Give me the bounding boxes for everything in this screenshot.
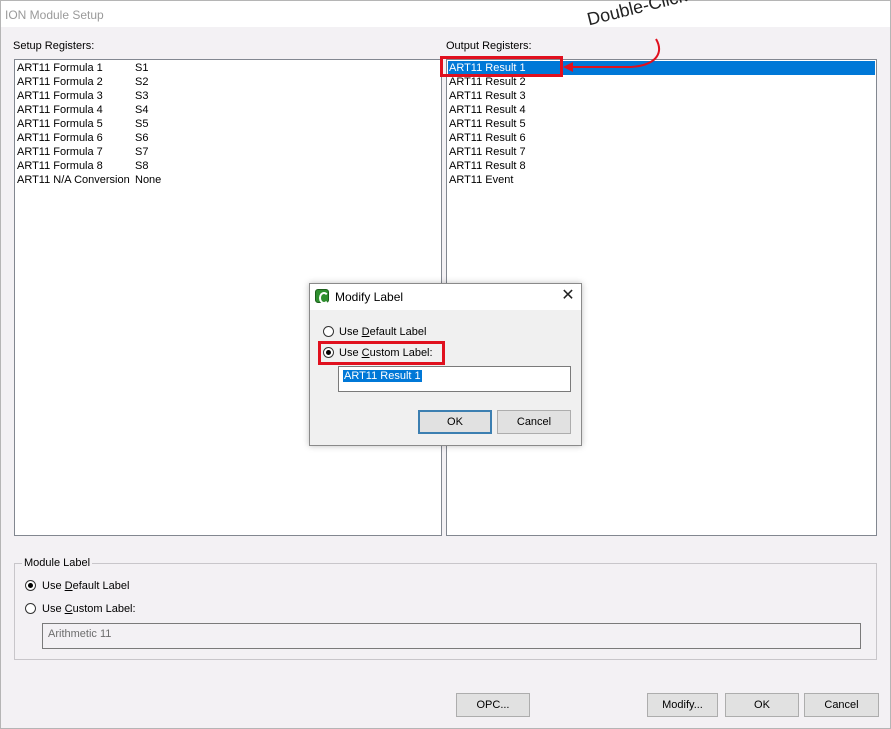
setup-register-row[interactable]: ART11 Formula 7 S7	[17, 145, 148, 159]
module-custom-label-text: Use Custom Label:	[42, 603, 136, 615]
setup-register-row[interactable]: ART11 Formula 1 S1	[17, 61, 148, 75]
register-name: ART11 Formula 5	[17, 118, 103, 130]
register-value: S5	[135, 118, 149, 130]
register-name: ART11 Formula 7	[17, 146, 103, 158]
output-register-row[interactable]: ART11 Result 3	[449, 89, 526, 103]
output-register-row[interactable]: ART11 Result 6	[449, 131, 526, 145]
output-register-row[interactable]: ART11 Event	[449, 173, 513, 187]
app-logo-icon	[315, 289, 329, 304]
output-register-row[interactable]: ART11 Result 4	[449, 103, 526, 117]
dialog-cancel-button[interactable]: Cancel	[497, 410, 571, 434]
register-name: ART11 Formula 8	[17, 160, 103, 172]
dialog-title-bar: Modify Label ✕	[310, 284, 581, 310]
module-default-label-text: Use Default Label	[42, 580, 130, 592]
setup-register-row[interactable]: ART11 Formula 3 S3	[17, 89, 148, 103]
module-custom-label-value: Arithmetic 11	[48, 628, 112, 640]
register-value: S8	[135, 160, 149, 172]
cancel-button[interactable]: Cancel	[804, 693, 879, 717]
register-name: ART11 Formula 6	[17, 132, 103, 144]
setup-register-row[interactable]: ART11 Formula 2 S2	[17, 75, 148, 89]
register-name: ART11 N/A Conversion	[17, 174, 130, 186]
register-name: ART11 Formula 3	[17, 90, 103, 102]
title-bar: ION Module Setup	[1, 1, 890, 27]
output-register-row[interactable]: ART11 Result 8	[449, 159, 526, 173]
register-value: S4	[135, 104, 149, 116]
setup-register-row[interactable]: ART11 Formula 8 S8	[17, 159, 148, 173]
dialog-custom-label-value: ART11 Result 1	[343, 370, 422, 382]
opc-button[interactable]: OPC...	[456, 693, 530, 717]
setup-register-row[interactable]: ART11 Formula 6 S6	[17, 131, 148, 145]
register-value: S1	[135, 62, 149, 74]
dialog-ok-button[interactable]: OK	[418, 410, 492, 434]
dialog-title: Modify Label	[335, 290, 404, 304]
register-value: S6	[135, 132, 149, 144]
modify-label-dialog: Modify Label ✕ Use Default Label Use Cus…	[309, 283, 582, 446]
output-register-row[interactable]: ART11 Result 5	[449, 117, 526, 131]
dialog-custom-label-input[interactable]: ART11 Result 1	[338, 366, 571, 392]
dialog-default-label-text: Use Default Label	[339, 326, 427, 338]
window-title: ION Module Setup	[5, 8, 104, 22]
register-name: ART11 Formula 2	[17, 76, 103, 88]
register-name: ART11 Formula 1	[17, 62, 103, 74]
modify-button[interactable]: Modify...	[647, 693, 718, 717]
register-name: ART11 Formula 4	[17, 104, 103, 116]
setup-registers-label: Setup Registers:	[13, 40, 95, 52]
close-icon[interactable]: ✕	[559, 287, 577, 305]
setup-register-row[interactable]: ART11 Formula 4 S4	[17, 103, 148, 117]
output-register-row[interactable]: ART11 Result 7	[449, 145, 526, 159]
dialog-custom-label-text: Use Custom Label:	[339, 347, 433, 359]
module-custom-label-input[interactable]: Arithmetic 11	[42, 623, 861, 649]
module-default-label-radio[interactable]	[25, 580, 36, 591]
dialog-custom-label-radio[interactable]	[323, 347, 334, 358]
register-value: None	[135, 174, 162, 186]
register-value: S7	[135, 146, 149, 158]
dialog-default-label-radio[interactable]	[323, 326, 334, 337]
register-value: S3	[135, 90, 149, 102]
ok-button[interactable]: OK	[725, 693, 799, 717]
setup-register-row[interactable]: ART11 Formula 5 S5	[17, 117, 148, 131]
output-registers-label: Output Registers:	[446, 40, 532, 52]
register-value: S2	[135, 76, 149, 88]
setup-register-row[interactable]: ART11 N/A Conversion None	[17, 173, 161, 187]
output-register-row[interactable]: ART11 Result 2	[449, 75, 526, 89]
module-custom-label-radio[interactable]	[25, 603, 36, 614]
module-label-legend: Module Label	[22, 557, 93, 569]
annotation-arrow	[563, 38, 660, 72]
